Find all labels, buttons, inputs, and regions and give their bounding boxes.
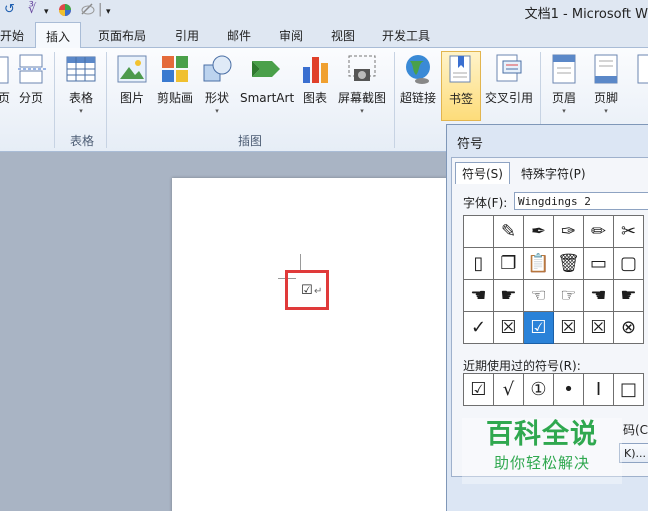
page-break-icon <box>16 53 48 85</box>
font-label: 字体(F): <box>463 196 508 210</box>
page-break-button[interactable]: 分页 <box>16 53 46 105</box>
cross-reference-icon <box>493 53 525 85</box>
recent-symbol[interactable]: • <box>553 373 584 406</box>
symbol-cell[interactable]: ☒ <box>553 311 584 344</box>
bookmark-button[interactable]: 书签 <box>441 51 481 121</box>
clipart-button[interactable]: 剪贴画 <box>155 53 195 105</box>
tab-insert[interactable]: 插入 <box>35 22 82 49</box>
shapes-icon <box>202 53 234 85</box>
cover-page-button[interactable]: 页 <box>0 53 10 105</box>
tab-symbols[interactable]: 符号(S) <box>455 162 510 184</box>
symbol-cell[interactable]: 🗑 <box>553 247 584 280</box>
symbol-cell[interactable]: ▯ <box>463 247 494 280</box>
tab-developer[interactable]: 开发工具 <box>382 27 430 44</box>
group-label-illustrations: 插图 <box>238 134 263 148</box>
tab-view[interactable]: 视图 <box>331 27 355 44</box>
footer-icon <box>590 53 622 85</box>
clear-format-icon[interactable] <box>80 2 96 21</box>
symbol-cell[interactable]: ☒ <box>583 311 614 344</box>
symbol-cell[interactable]: ☛ <box>613 279 644 312</box>
table-icon <box>65 53 97 85</box>
picture-icon <box>116 53 148 85</box>
symbol-cell[interactable] <box>463 215 494 248</box>
document-page[interactable] <box>172 178 462 511</box>
recent-symbols-label: 近期使用过的符号(R): <box>463 359 581 373</box>
tab-review[interactable]: 审阅 <box>279 27 303 44</box>
smartart-button[interactable]: SmartArt <box>240 53 294 105</box>
window-title: 文档1 - Microsoft W <box>524 7 648 22</box>
tab-page-layout[interactable]: 页面布局 <box>98 27 146 44</box>
symbol-cell[interactable]: ✑ <box>553 215 584 248</box>
recent-symbol[interactable]: I <box>583 373 614 406</box>
symbol-cell[interactable]: 📋 <box>523 247 554 280</box>
customize-qa-icon[interactable]: ▾ <box>106 4 111 20</box>
watermark-subtitle: 助你轻松解决 <box>493 454 590 472</box>
dialog-title: 符号 <box>457 137 484 152</box>
globe-icon <box>402 53 434 85</box>
camera-icon <box>346 53 378 85</box>
recent-symbol[interactable]: ☑ <box>463 373 494 406</box>
symbol-cell[interactable]: ⊗ <box>613 311 644 344</box>
watermark-title: 百科全说 <box>486 419 598 450</box>
tab-mailings[interactable]: 邮件 <box>227 27 251 44</box>
clipart-icon <box>159 53 191 85</box>
tab-references[interactable]: 引用 <box>175 27 199 44</box>
recent-symbols: ☑ √ ① • I □ <box>463 373 644 406</box>
symbol-cell[interactable]: ☚ <box>463 279 494 312</box>
symbol-cell[interactable]: ✎ <box>493 215 524 248</box>
paragraph-mark: ↵ <box>314 286 323 297</box>
title-bar: ↺ ∛ ▾ | ▾ 文档1 - Microsoft W <box>0 0 648 22</box>
symbol-cell[interactable]: ☞ <box>553 279 584 312</box>
screenshot-button[interactable]: 屏幕截图 ▾ <box>337 53 387 117</box>
symbol-grid: ✎ ✒ ✑ ✏ ✂ ▯ ❐ 📋 🗑 ▭ ▢ ☚ ☛ ☜ ☞ ☚ ☛ ✓ ☒ ☑ … <box>463 215 644 344</box>
table-button[interactable]: 表格 ▾ <box>64 53 98 117</box>
character-code-label: 码(C <box>623 423 648 437</box>
hyperlink-button[interactable]: 超链接 <box>398 53 438 105</box>
symbol-cell[interactable]: ❐ <box>493 247 524 280</box>
recent-symbol[interactable]: √ <box>493 373 524 406</box>
qa-separator: | <box>98 2 103 17</box>
symbol-cell[interactable]: ☒ <box>493 311 524 344</box>
font-field[interactable]: Wingdings 2 <box>514 192 648 210</box>
color-wheel-icon[interactable] <box>58 3 72 22</box>
inserted-symbol[interactable]: ☑ <box>301 284 313 298</box>
recent-symbol[interactable]: ① <box>523 373 554 406</box>
ribbon-tabs: 开始 插入 页面布局 引用 邮件 审阅 视图 开发工具 <box>0 22 648 49</box>
cross-reference-button[interactable]: 交叉引用 <box>484 53 534 105</box>
picture-button[interactable]: 图片 <box>116 53 148 105</box>
chart-icon <box>300 53 332 85</box>
undo-icon[interactable]: ↺ <box>4 2 15 18</box>
bookmark-icon <box>445 54 477 86</box>
smartart-icon <box>250 53 282 85</box>
chart-button[interactable]: 图表 <box>300 53 330 105</box>
group-label-table: 表格 <box>70 134 95 148</box>
shortcut-key-button[interactable]: K)... <box>619 443 648 463</box>
tab-home[interactable]: 开始 <box>0 27 24 44</box>
symbol-cell-selected[interactable]: ☑ <box>523 311 554 344</box>
symbol-cell[interactable]: ✒ <box>523 215 554 248</box>
shapes-button[interactable]: 形状 ▾ <box>202 53 232 117</box>
header-button[interactable]: 页眉 ▾ <box>548 53 580 117</box>
header-icon <box>548 53 580 85</box>
tab-special-characters[interactable]: 特殊字符(P) <box>515 163 592 183</box>
watermark: 百科全说 助你轻松解决 <box>462 418 622 484</box>
symbol-cell[interactable]: ☜ <box>523 279 554 312</box>
page-number-button[interactable] <box>634 53 648 91</box>
chevron-down-icon[interactable]: ▾ <box>44 4 49 20</box>
symbol-cell[interactable]: ▭ <box>583 247 614 280</box>
symbol-cell[interactable]: ▢ <box>613 247 644 280</box>
symbol-cell[interactable]: ☛ <box>493 279 524 312</box>
symbol-cell[interactable]: ☚ <box>583 279 614 312</box>
footer-button[interactable]: 页脚 ▾ <box>590 53 622 117</box>
symbol-cell[interactable]: ✏ <box>583 215 614 248</box>
symbol-cell[interactable]: ✓ <box>463 311 494 344</box>
format-painter-icon[interactable]: ∛ <box>28 2 36 18</box>
recent-symbol[interactable]: □ <box>613 373 644 406</box>
symbol-cell[interactable]: ✂ <box>613 215 644 248</box>
